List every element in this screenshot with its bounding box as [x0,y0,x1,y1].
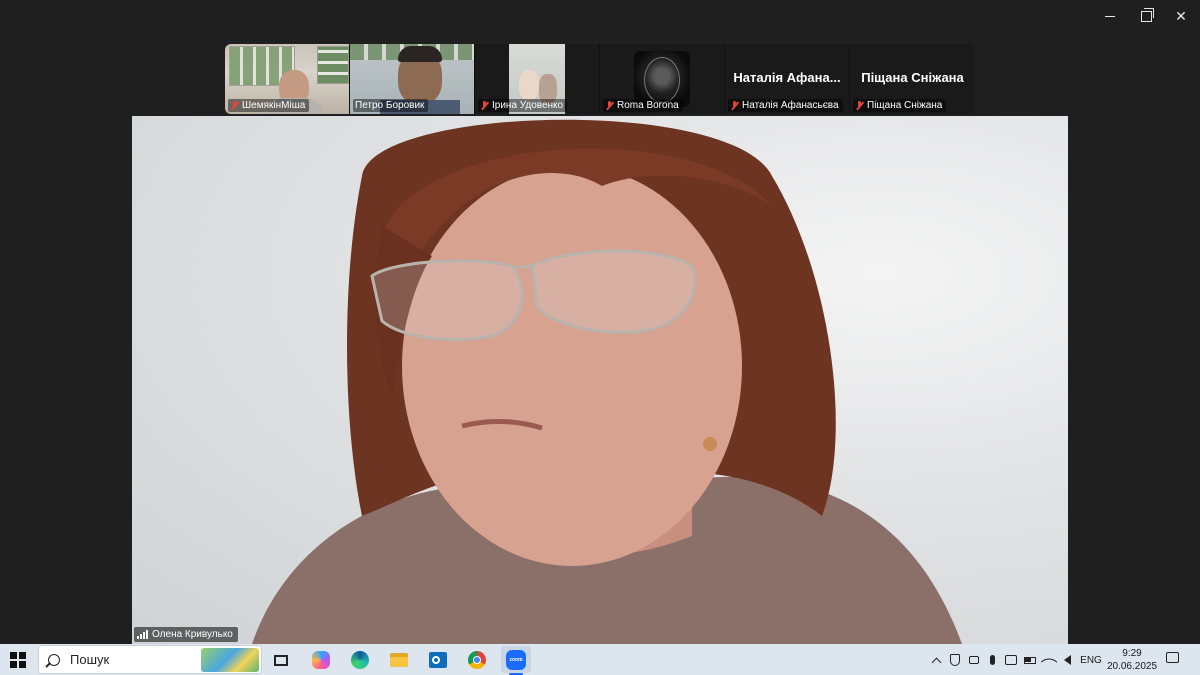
participant-name-label: Петро Боровик [353,99,429,112]
zoom-icon[interactable]: zoom [501,646,531,675]
participant-name-label: Roma Borona [603,99,683,112]
muted-mic-icon [605,100,614,111]
windows-start-button[interactable] [10,652,26,668]
participant-tile[interactable]: ШемякінМіша [225,44,350,114]
minimize-icon [1105,15,1115,17]
signal-strength-icon [137,630,148,639]
taskbar: Пошук zoom ENG 9:29 20.06.2025 [0,644,1200,675]
close-icon: ✕ [1175,7,1187,24]
participant-strip: ШемякінМіша Петро Боровик Ірина Удовенко… [225,44,975,114]
volume-icon[interactable] [1060,650,1074,670]
restore-icon [1140,7,1154,22]
restore-button[interactable] [1134,6,1158,26]
meet-now-icon[interactable] [1003,650,1019,670]
participant-name-label: Піщана Сніжана [853,99,947,112]
participant-display-name: Піщана Сніжана [861,70,964,85]
search-icon [48,653,60,666]
copilot-icon[interactable] [310,649,332,671]
participant-name-label: Ірина Удовенко [478,99,568,112]
clock-date: 20.06.2025 [1106,661,1158,672]
edge-icon[interactable] [349,649,371,671]
minimize-button[interactable] [1098,6,1122,26]
input-language-indicator[interactable]: ENG [1079,650,1103,670]
task-view-icon[interactable] [270,649,292,671]
speaker-name-label: Олена Кривулько [134,627,238,642]
microphone-in-use-icon[interactable] [986,650,998,670]
participant-name-label: ШемякінМіша [228,99,310,112]
clock-time: 9:29 [1122,648,1142,659]
chrome-icon[interactable] [466,649,488,671]
participant-tile[interactable]: Roma Borona [600,44,725,114]
search-highlight-image [201,648,259,672]
camera-in-use-icon[interactable] [967,650,981,670]
muted-mic-icon [230,100,239,111]
notifications-icon[interactable] [1166,652,1182,666]
speaker-video-frame [252,119,962,644]
security-shield-icon[interactable] [948,650,962,670]
participant-name-label: Наталія Афанасьєва [728,99,843,112]
search-placeholder: Пошук [70,652,110,667]
participant-tile[interactable]: Піщана Сніжана Піщана Сніжана [850,44,975,114]
close-button[interactable]: ✕ [1169,6,1193,26]
outlook-icon[interactable] [427,649,449,671]
muted-mic-icon [730,100,739,111]
active-speaker-video[interactable]: Олена Кривулько [132,116,1068,644]
system-clock[interactable]: 9:29 20.06.2025 [1106,647,1158,673]
search-box[interactable]: Пошук [38,645,262,674]
participant-tile[interactable]: Ірина Удовенко [475,44,600,114]
file-explorer-icon[interactable] [388,649,410,671]
participant-tile[interactable]: Петро Боровик [350,44,475,114]
show-hidden-icons-chevron-icon[interactable] [929,650,943,670]
wifi-icon[interactable] [1040,650,1058,671]
battery-icon[interactable] [1022,650,1038,670]
participant-display-name: Наталія Афана... [733,70,841,85]
participant-tile[interactable]: Наталія Афана... Наталія Афанасьєва [725,44,850,114]
muted-mic-icon [480,100,489,111]
muted-mic-icon [855,100,864,111]
